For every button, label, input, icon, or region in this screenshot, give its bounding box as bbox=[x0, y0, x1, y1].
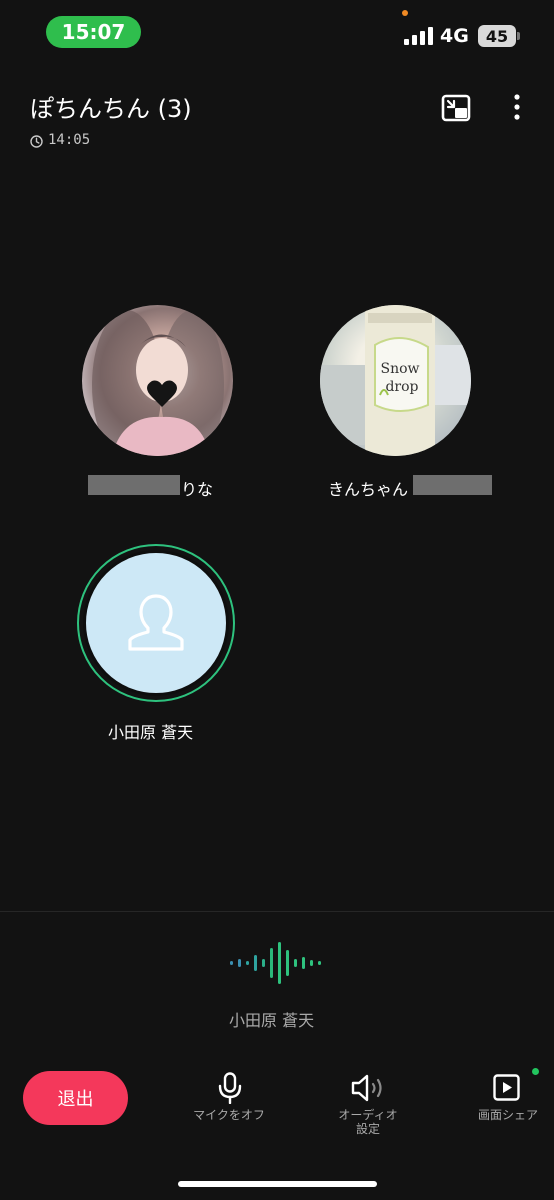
status-time: 15:07 bbox=[46, 16, 141, 48]
participant-name: 小田原 蒼天 bbox=[108, 723, 194, 742]
audio-waveform-icon bbox=[230, 942, 321, 984]
network-type: 4G bbox=[440, 25, 469, 47]
more-vertical-icon[interactable] bbox=[506, 93, 528, 123]
participant-name: りな bbox=[181, 480, 214, 499]
participant-avatar[interactable] bbox=[82, 305, 233, 456]
redacted-name bbox=[88, 475, 180, 495]
picture-in-picture-icon[interactable] bbox=[441, 93, 471, 123]
screen-share-icon[interactable] bbox=[493, 1074, 520, 1101]
leave-call-button[interactable]: 退出 bbox=[23, 1071, 128, 1125]
redacted-name bbox=[413, 475, 492, 495]
audio-settings-label-line2: 設定 bbox=[355, 1122, 380, 1136]
svg-text:Snow: Snow bbox=[380, 361, 419, 377]
call-duration: 14:05 bbox=[48, 132, 91, 148]
privacy-indicator-dot bbox=[402, 10, 408, 16]
signal-strength-icon bbox=[404, 27, 433, 45]
new-feature-dot bbox=[532, 1068, 539, 1075]
battery-tip bbox=[517, 32, 520, 40]
audio-settings-label-line1: オーディオ bbox=[338, 1108, 398, 1122]
battery-icon: 45 bbox=[478, 25, 516, 47]
clock-icon bbox=[30, 135, 43, 148]
snowdrop-bottle-photo-icon: Snow drop bbox=[320, 305, 471, 456]
screen-share-label[interactable]: 画面シェア bbox=[466, 1108, 550, 1122]
participant-avatar[interactable] bbox=[83, 550, 229, 696]
participant-name: きんちゃん bbox=[328, 480, 409, 499]
home-indicator[interactable] bbox=[178, 1181, 377, 1187]
default-person-icon bbox=[128, 594, 184, 651]
battery-level: 45 bbox=[485, 26, 509, 46]
call-title: ぽちんちん (3) bbox=[30, 95, 192, 123]
portrait-photo-icon bbox=[92, 310, 224, 456]
audio-settings-label[interactable]: オーディオ 設定 bbox=[322, 1108, 414, 1136]
participant-avatar[interactable]: Snow drop bbox=[320, 305, 471, 456]
speaker-icon[interactable] bbox=[350, 1074, 386, 1102]
microphone-icon[interactable] bbox=[216, 1072, 244, 1104]
divider bbox=[0, 911, 554, 912]
svg-text:drop: drop bbox=[385, 379, 418, 395]
mic-off-label[interactable]: マイクをオフ bbox=[180, 1108, 278, 1122]
active-speaker-name: 小田原 蒼天 bbox=[229, 1011, 315, 1030]
